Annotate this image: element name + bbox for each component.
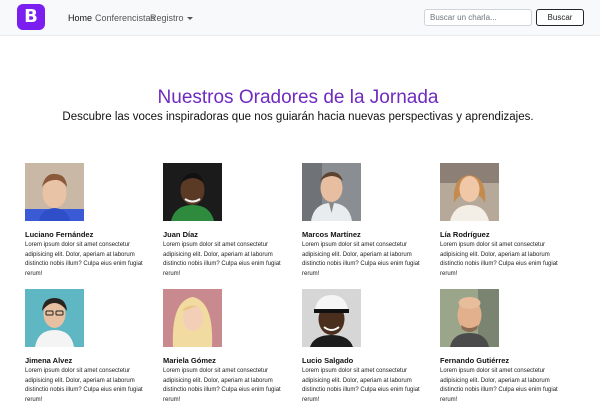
- speaker-bio: Lorem ipsum dolor sit amet consectetur a…: [440, 242, 558, 277]
- speaker-name: Juan Díaz: [163, 230, 199, 239]
- speaker-photo: [25, 289, 84, 347]
- speaker-photo: [25, 163, 84, 221]
- search-button[interactable]: Buscar: [536, 9, 584, 26]
- page-title: Nuestros Oradores de la Jornada: [157, 87, 439, 108]
- search-input[interactable]: [424, 9, 532, 26]
- person-portrait-icon: [302, 289, 361, 347]
- person-portrait-icon: [25, 289, 84, 347]
- person-portrait-icon: [440, 289, 499, 347]
- speaker-photo: [163, 289, 222, 347]
- speaker-photo: [163, 163, 222, 221]
- bootstrap-logo-icon[interactable]: B: [17, 4, 45, 30]
- speaker-photo: [440, 289, 499, 347]
- speaker-bio: Lorem ipsum dolor sit amet consectetur a…: [302, 242, 420, 277]
- speaker-name: Marcos Martínez: [302, 230, 361, 239]
- page-subtitle: Descubre las voces inspiradoras que nos …: [62, 111, 534, 123]
- brand-letter: B: [24, 6, 38, 27]
- speaker-photo: [302, 163, 361, 221]
- speaker-name: Luciano Fernández: [25, 230, 94, 239]
- speaker-photo: [440, 163, 499, 221]
- speaker-bio: Lorem ipsum dolor sit amet consectetur a…: [25, 242, 143, 277]
- person-portrait-icon: [163, 163, 222, 221]
- speaker-name: Lía Rodríguez: [440, 230, 490, 239]
- speaker-name: Lucio Salgado: [302, 356, 354, 365]
- person-portrait-icon: [163, 289, 222, 347]
- speaker-name: Jimena Alvez: [25, 356, 73, 365]
- caret-down-icon: [186, 17, 193, 21]
- speaker-name: Fernando Gutiérrez: [440, 356, 510, 365]
- nav-link-home[interactable]: Home: [68, 12, 92, 24]
- speaker-photo: [302, 289, 361, 347]
- speaker-name: Mariela Gómez: [163, 356, 216, 365]
- navbar: B Home Conferencistas Registro Buscar: [0, 0, 600, 36]
- person-portrait-icon: [440, 163, 499, 221]
- speaker-bio: Lorem ipsum dolor sit amet consectetur a…: [163, 368, 281, 403]
- nav-link-registro-label: Registro: [150, 13, 184, 23]
- speaker-bio: Lorem ipsum dolor sit amet consectetur a…: [302, 368, 420, 403]
- person-portrait-icon: [25, 163, 84, 221]
- nav-dropdown-registro[interactable]: Registro: [150, 12, 193, 24]
- nav-link-conferencistas[interactable]: Conferencistas: [95, 12, 155, 24]
- speaker-bio: Lorem ipsum dolor sit amet consectetur a…: [440, 368, 558, 403]
- person-portrait-icon: [302, 163, 361, 221]
- speaker-bio: Lorem ipsum dolor sit amet consectetur a…: [25, 368, 143, 403]
- speaker-bio: Lorem ipsum dolor sit amet consectetur a…: [163, 242, 281, 277]
